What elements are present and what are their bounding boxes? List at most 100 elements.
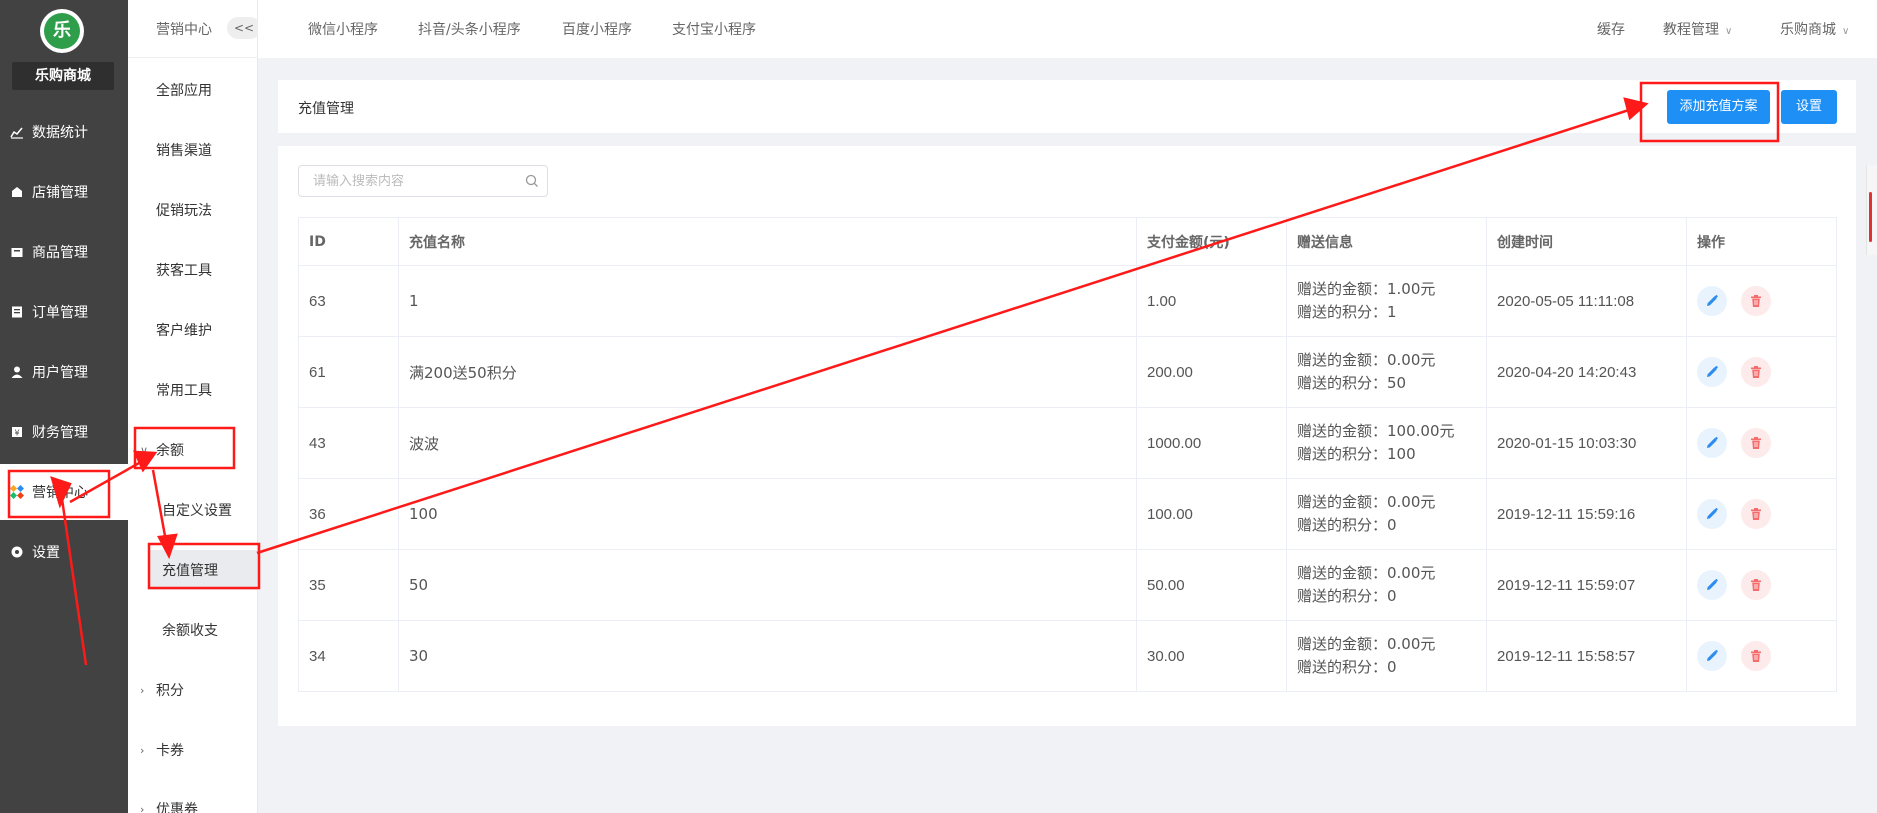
scroll-indicator bbox=[1869, 192, 1872, 242]
cell-amount: 200.00 bbox=[1136, 336, 1287, 408]
goods-icon bbox=[10, 245, 24, 259]
edit-button[interactable] bbox=[1697, 357, 1727, 387]
pencil-icon bbox=[1707, 578, 1718, 590]
chevron-down-icon: ∨ bbox=[1842, 26, 1850, 37]
tutorial-menu[interactable]: 教程管理 ∨ bbox=[1663, 19, 1732, 39]
cell-name: 50 bbox=[398, 549, 1137, 621]
subnav-item-5[interactable]: 常用工具 bbox=[128, 370, 258, 410]
edit-button[interactable] bbox=[1697, 499, 1727, 529]
delete-button[interactable] bbox=[1741, 286, 1771, 316]
sidebar-item-0[interactable]: 数据统计 bbox=[0, 104, 128, 160]
edit-button[interactable] bbox=[1697, 428, 1727, 458]
gift-points: 赠送的积分：100 bbox=[1297, 445, 1416, 463]
subnav-item-10[interactable]: › 积分 bbox=[128, 670, 258, 710]
subnav-item-7[interactable]: 自定义设置 bbox=[128, 490, 258, 530]
cell-id: 61 bbox=[298, 336, 399, 408]
table-row: 61 满200送50积分 200.00 赠送的金额：0.00元 赠送的积分：50 2020… bbox=[298, 336, 1837, 408]
subnav-item-label: 余额 bbox=[156, 443, 184, 459]
cell-created: 2019-12-11 15:58:57 bbox=[1486, 620, 1687, 692]
subnav-item-12[interactable]: › 优惠券 bbox=[128, 789, 258, 813]
subnav-item-4[interactable]: 客户维护 bbox=[128, 310, 258, 350]
cell-amount: 1.00 bbox=[1136, 265, 1287, 337]
delete-button[interactable] bbox=[1741, 499, 1771, 529]
user-icon bbox=[10, 365, 24, 379]
delete-button[interactable] bbox=[1741, 357, 1771, 387]
cell-actions bbox=[1686, 478, 1837, 550]
pencil-icon bbox=[1707, 649, 1718, 661]
sidebar-item-6[interactable]: 营销中心 bbox=[0, 464, 128, 520]
subnav-item-9[interactable]: 余额收支 bbox=[128, 610, 258, 650]
settings-button[interactable]: 设置 bbox=[1781, 90, 1837, 124]
cell-created: 2020-01-15 10:03:30 bbox=[1486, 407, 1687, 479]
subnav-item-label: 销售渠道 bbox=[156, 143, 212, 159]
gift-points: 赠送的积分：1 bbox=[1297, 303, 1397, 321]
column-header-amount: 支付金额(元) bbox=[1136, 217, 1287, 266]
cell-id: 34 bbox=[298, 620, 399, 692]
tab-alipay-miniprogram[interactable]: 支付宝小程序 bbox=[672, 19, 756, 39]
edit-button[interactable] bbox=[1697, 570, 1727, 600]
tutorial-label: 教程管理 bbox=[1663, 22, 1719, 38]
pencil-icon bbox=[1707, 507, 1718, 519]
cell-gift: 赠送的金额：0.00元 赠送的积分：0 bbox=[1286, 478, 1487, 550]
search-icon[interactable] bbox=[525, 174, 539, 188]
subnav-item-1[interactable]: 销售渠道 bbox=[128, 130, 258, 170]
subnav-item-11[interactable]: › 卡券 bbox=[128, 730, 258, 770]
delete-button[interactable] bbox=[1741, 428, 1771, 458]
subnav-header: 营销中心 << bbox=[128, 0, 261, 58]
sidebar-item-4[interactable]: 用户管理 bbox=[0, 344, 128, 400]
delete-button[interactable] bbox=[1741, 570, 1771, 600]
table-row: 35 50 50.00 赠送的金额：0.00元 赠送的积分：0 2019-12-11 15… bbox=[298, 549, 1837, 621]
chevron-down-icon: ∨ bbox=[140, 443, 149, 457]
tab-baidu-miniprogram[interactable]: 百度小程序 bbox=[562, 19, 632, 39]
gift-points: 赠送的积分：0 bbox=[1297, 587, 1397, 605]
cell-created: 2020-05-05 11:11:08 bbox=[1486, 265, 1687, 337]
subnav-title: 营销中心 bbox=[156, 22, 212, 38]
table-row: 34 30 30.00 赠送的金额：0.00元 赠送的积分：0 2019-12-11 15… bbox=[298, 620, 1837, 692]
gift-points: 赠送的积分：0 bbox=[1297, 516, 1397, 534]
logo-glyph: 乐 bbox=[44, 13, 80, 49]
shop-icon bbox=[10, 185, 24, 199]
cell-created: 2020-04-20 14:20:43 bbox=[1486, 336, 1687, 408]
subnav-item-3[interactable]: 获客工具 bbox=[128, 250, 258, 290]
sidebar-item-7[interactable]: 设置 bbox=[0, 524, 128, 580]
subnav-item-label: 余额收支 bbox=[162, 623, 218, 639]
secondary-sidebar: 营销中心 << 全部应用销售渠道促销玩法获客工具客户维护常用工具 ∨ 余额自定义设置… bbox=[128, 0, 261, 813]
edit-button[interactable] bbox=[1697, 641, 1727, 671]
cell-actions bbox=[1686, 620, 1837, 692]
sidebar-item-2[interactable]: 商品管理 bbox=[0, 224, 128, 280]
cell-gift: 赠送的金额：0.00元 赠送的积分：0 bbox=[1286, 620, 1487, 692]
gift-amount: 赠送的金额：0.00元 bbox=[1297, 351, 1436, 369]
cell-actions bbox=[1686, 336, 1837, 408]
sidebar-item-label: 营销中心 bbox=[32, 485, 88, 501]
trash-icon bbox=[1751, 295, 1761, 307]
sidebar-item-1[interactable]: 店铺管理 bbox=[0, 164, 128, 220]
main-sidebar: 乐 乐购商城 数据统计 店铺管理 商品管理 订单管理 用户管理 ¥ 财务管理 营销中心 设置 bbox=[0, 0, 128, 813]
trash-icon bbox=[1751, 437, 1761, 449]
edit-button[interactable] bbox=[1697, 286, 1727, 316]
store-menu[interactable]: 乐购商城 ∨ bbox=[1780, 19, 1849, 39]
subnav-item-6[interactable]: ∨ 余额 bbox=[128, 430, 258, 470]
table-row: 36 100 100.00 赠送的金额：0.00元 赠送的积分：0 2019-12-11 … bbox=[298, 478, 1837, 550]
cell-amount: 50.00 bbox=[1136, 549, 1287, 621]
cell-name: 满200送50积分 bbox=[398, 336, 1137, 408]
add-recharge-plan-button[interactable]: 添加充值方案 bbox=[1667, 90, 1770, 124]
subnav-item-0[interactable]: 全部应用 bbox=[128, 70, 258, 110]
subnav-item-label: 获客工具 bbox=[156, 263, 212, 279]
finance-icon: ¥ bbox=[10, 425, 24, 439]
search-input[interactable] bbox=[299, 166, 519, 196]
tab-douyin-miniprogram[interactable]: 抖音/头条小程序 bbox=[418, 19, 521, 39]
subnav-item-8[interactable]: 充值管理 bbox=[148, 550, 258, 590]
search-box[interactable] bbox=[298, 165, 548, 197]
sidebar-item-5[interactable]: ¥ 财务管理 bbox=[0, 404, 128, 460]
delete-button[interactable] bbox=[1741, 641, 1771, 671]
sidebar-item-label: 商品管理 bbox=[32, 245, 88, 261]
cell-id: 35 bbox=[298, 549, 399, 621]
subnav-item-label: 促销玩法 bbox=[156, 203, 212, 219]
trash-icon bbox=[1751, 508, 1761, 520]
sidebar-item-3[interactable]: 订单管理 bbox=[0, 284, 128, 340]
page-header-card: 充值管理 添加充值方案 设置 bbox=[278, 80, 1856, 133]
subnav-item-2[interactable]: 促销玩法 bbox=[128, 190, 258, 230]
collapse-sidebar-button[interactable]: << bbox=[227, 17, 261, 39]
cache-link[interactable]: 缓存 bbox=[1597, 19, 1625, 39]
tab-wechat-miniprogram[interactable]: 微信小程序 bbox=[308, 19, 378, 39]
